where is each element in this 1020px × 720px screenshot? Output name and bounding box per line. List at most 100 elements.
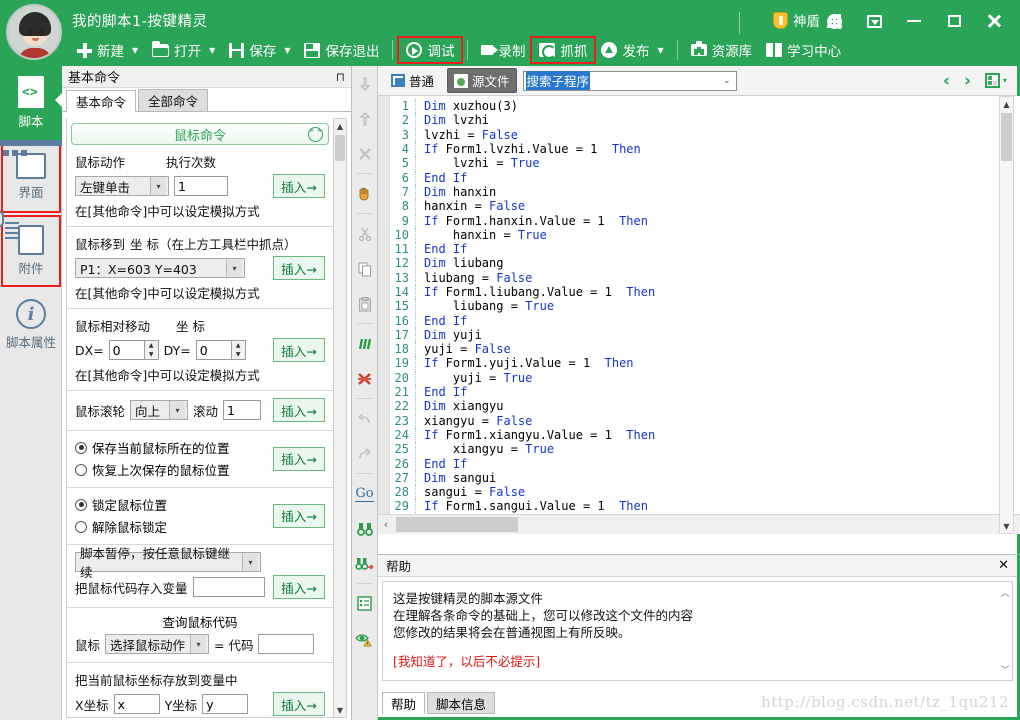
command-panel-scrollbar[interactable]: ▲ ▼ xyxy=(333,118,347,718)
dismiss-hint-link[interactable]: [我知道了，以后不必提示] xyxy=(393,653,1002,670)
code-line[interactable]: 15 liubang = True xyxy=(390,299,1002,314)
chevron-down-icon[interactable]: ▼ xyxy=(657,46,663,55)
tab-all-commands[interactable]: 全部命令 xyxy=(138,89,209,111)
chevron-down-icon[interactable]: ▾ xyxy=(226,259,242,277)
mouse-action-select[interactable]: 左键单击 ▾ xyxy=(75,176,169,196)
code-line[interactable]: 5 lvzhi = True xyxy=(390,156,1002,171)
chevron-down-icon[interactable]: ▾ xyxy=(1003,76,1007,85)
code-line[interactable]: 29 If Form1.sangui.Value = 1 Then xyxy=(390,499,1002,514)
undo-button[interactable] xyxy=(352,401,377,436)
move-down-button[interactable] xyxy=(352,66,377,101)
scroll-down-icon[interactable]: ▼ xyxy=(334,703,346,717)
find-next-button[interactable] xyxy=(352,546,377,581)
wheel-direction-select[interactable]: 向上 ▾ xyxy=(130,400,189,420)
capture-point-select[interactable]: P1：X=603 Y=403 ▾ xyxy=(75,258,245,278)
hand-tool-button[interactable] xyxy=(352,176,377,211)
code-line[interactable]: 18 yuji = False xyxy=(390,342,1002,357)
help-panel-scrollbar[interactable]: ︿ ﹀ xyxy=(998,582,1012,680)
paste-button[interactable] xyxy=(352,286,377,321)
comment-lines-button[interactable] xyxy=(352,326,377,361)
code-line[interactable]: 17 Dim yuji xyxy=(390,327,1002,342)
shield-button[interactable]: 神盾 xyxy=(773,10,820,30)
capture-button[interactable]: 抓抓 xyxy=(530,36,597,64)
settings-button[interactable] xyxy=(814,8,854,34)
code-line[interactable]: 10 hanxin = True xyxy=(390,227,1002,242)
close-icon[interactable]: ✕ xyxy=(998,558,1009,573)
watch-button[interactable] xyxy=(352,621,377,656)
avatar[interactable] xyxy=(6,4,62,60)
chevron-down-icon[interactable]: ▼ xyxy=(284,46,290,55)
debug-button[interactable]: 调试 xyxy=(397,36,464,64)
record-button[interactable]: 录制 xyxy=(474,38,532,62)
more-menu-button[interactable] xyxy=(854,8,894,34)
code-line[interactable]: 24 If Form1.xiangyu.Value = 1 Then xyxy=(390,427,1002,442)
editor-hscrollbar[interactable]: ‹ › xyxy=(378,514,1020,534)
code-line[interactable]: 26 End If xyxy=(390,456,1002,471)
cut-button[interactable] xyxy=(352,216,377,251)
dy-stepper[interactable]: ▲ ▼ xyxy=(231,340,246,360)
save-exit-button[interactable]: 保存退出 xyxy=(297,38,386,62)
code-line[interactable]: 23 xiangyu = False xyxy=(390,413,1002,428)
delete-button[interactable] xyxy=(352,136,377,171)
find-button[interactable] xyxy=(352,511,377,546)
search-subroutine-input[interactable]: 搜索子程序 ⌄ xyxy=(522,70,737,91)
scroll-amount-input[interactable]: 1 xyxy=(223,400,262,420)
scroll-down-icon[interactable]: ﹀ xyxy=(998,663,1012,676)
learning-center-button[interactable]: 学习中心 xyxy=(759,38,848,62)
variable-list-button[interactable] xyxy=(352,586,377,621)
close-button[interactable] xyxy=(974,8,1014,34)
view-source-button[interactable]: 源文件 xyxy=(447,68,517,93)
nav-prev-button[interactable]: ‹ xyxy=(943,71,950,91)
code-line[interactable]: 7 Dim hanxin xyxy=(390,184,1002,199)
maximize-button[interactable] xyxy=(934,8,974,34)
scroll-down-icon[interactable]: ▼ xyxy=(1000,519,1013,533)
dx-input[interactable]: 0 xyxy=(108,340,145,360)
scroll-up-icon[interactable]: ︿ xyxy=(998,586,1012,599)
code-line[interactable]: 28 sangui = False xyxy=(390,485,1002,500)
code-line[interactable]: 1 Dim xuzhou(3) xyxy=(390,99,1002,114)
resource-library-button[interactable]: 资源库 xyxy=(684,38,760,62)
code-line[interactable]: 14 If Form1.liubang.Value = 1 Then xyxy=(390,285,1002,299)
radio-unlock-mouse[interactable]: 解除鼠标锁定 xyxy=(75,517,273,536)
insert-button[interactable]: 插入→ xyxy=(273,338,325,362)
code-lines[interactable]: 1 Dim xuzhou(3) 2 Dim lvzhi 3 lvzhi = False 4 I… xyxy=(390,99,1002,534)
code-line[interactable]: 2 Dim lvzhi xyxy=(390,113,1002,128)
chevron-down-icon[interactable]: ▾ xyxy=(150,177,166,195)
insert-button[interactable]: 插入→ xyxy=(273,692,325,716)
exec-count-input[interactable]: 1 xyxy=(174,176,228,196)
collapse-up-icon[interactable]: ⌃⌃ xyxy=(308,126,323,142)
code-line[interactable]: 9 If Form1.hanxin.Value = 1 Then xyxy=(390,213,1002,228)
sidebar-item-attachment[interactable]: 附件 xyxy=(0,211,62,288)
scrollbar-thumb[interactable] xyxy=(335,135,345,161)
code-line[interactable]: 13 liubang = False xyxy=(390,270,1002,285)
new-button[interactable]: 新建 ▼ xyxy=(70,38,145,62)
goto-line-button[interactable]: Go xyxy=(352,476,377,511)
insert-button[interactable]: 插入→ xyxy=(273,174,325,198)
x-coord-input[interactable]: x xyxy=(113,694,160,714)
code-line[interactable]: 25 xiangyu = True xyxy=(390,442,1002,457)
code-line[interactable]: 20 yuji = True xyxy=(390,370,1002,385)
editor-vscrollbar[interactable]: ▲ ▼ xyxy=(999,96,1014,534)
vscrollbar-thumb[interactable] xyxy=(1001,113,1012,161)
scroll-up-icon[interactable]: ▲ xyxy=(1000,97,1013,111)
chevron-down-icon[interactable]: ⌄ xyxy=(723,76,734,86)
code-line[interactable]: 3 lvzhi = False xyxy=(390,127,1002,142)
code-line[interactable]: 21 End If xyxy=(390,385,1002,400)
radio-lock-mouse[interactable]: 锁定鼠标位置 xyxy=(75,495,273,514)
sidebar-item-script[interactable]: <> 脚本 xyxy=(0,66,63,140)
radio-restore-position[interactable]: 恢复上次保存的鼠标位置 xyxy=(75,460,273,479)
code-line[interactable]: 16 End If xyxy=(390,313,1002,328)
tab-script-info[interactable]: 脚本信息 xyxy=(427,692,496,714)
publish-button[interactable]: 发布 ▼ xyxy=(594,38,670,62)
code-line[interactable]: 11 End If xyxy=(390,242,1002,257)
group-header-mouse-commands[interactable]: 鼠标命令 ⌃⌃ xyxy=(71,123,329,145)
nav-next-button[interactable]: › xyxy=(964,71,971,91)
code-line[interactable]: 4 If Form1.lvzhi.Value = 1 Then xyxy=(390,142,1002,157)
sidebar-item-script-properties[interactable]: i 脚本属性 xyxy=(0,288,62,362)
sidebar-item-interface[interactable]: 界面 xyxy=(0,140,62,214)
chevron-down-icon[interactable]: ▾ xyxy=(169,401,186,419)
dx-stepper[interactable]: ▲ ▼ xyxy=(144,340,159,360)
move-up-button[interactable] xyxy=(352,101,377,136)
code-line[interactable]: 6 End If xyxy=(390,170,1002,185)
copy-button[interactable] xyxy=(352,251,377,286)
